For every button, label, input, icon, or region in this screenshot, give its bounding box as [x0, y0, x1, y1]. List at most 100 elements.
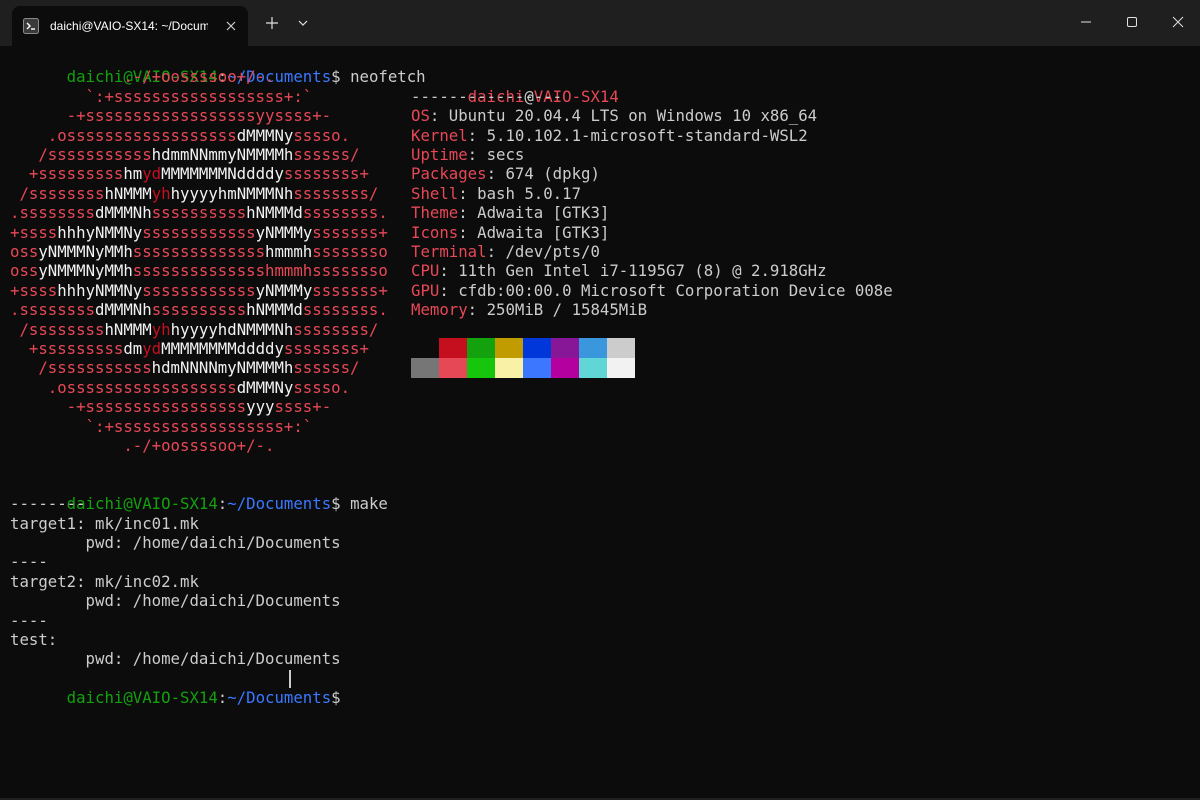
terminal-window: daichi@VAIO-SX14: ~/Documents	[0, 0, 1200, 800]
terminal-tab[interactable]: daichi@VAIO-SX14: ~/Documents	[12, 6, 248, 46]
info-separator: :	[429, 106, 449, 126]
ascii-logo-segment: sssssss+	[312, 222, 417, 242]
info-value: 250MiB / 15845MiB	[486, 300, 648, 320]
chevron-down-icon	[298, 20, 308, 26]
ascii-logo-segment: .ssssssss	[10, 300, 96, 320]
ascii-logo-segment: `:+ssssssssssssssssss+:`	[10, 416, 417, 436]
system-info-line: Icons: Adwaita [GTK3]	[411, 223, 609, 242]
ascii-logo-segment: dm	[123, 339, 143, 358]
ascii-logo-segment: ssssssss.	[302, 300, 417, 320]
prompt-symbol: $	[331, 688, 341, 708]
ascii-logo-segment: sssssssssssssshmmmhssssssso	[132, 261, 417, 281]
ascii-logo-line: +sssshhhyNMMNyssssssssssssyNMMMysssssss+	[10, 281, 416, 300]
color-palette	[411, 338, 635, 378]
ascii-logo-segment: oss	[10, 242, 39, 261]
system-info-line: Uptime: secs	[411, 145, 524, 164]
neofetch-underline: ----------------	[411, 86, 563, 106]
info-value: 674 (dpkg)	[505, 164, 600, 184]
make-output-line: test:	[10, 630, 58, 649]
ascii-logo-segment: hhhyNMMNy	[57, 222, 143, 242]
ascii-logo-segment: /ssssssss	[10, 183, 105, 203]
ascii-logo-segment: /sssssssssss	[10, 358, 152, 378]
ascii-logo-segment: dMMMNy	[236, 125, 294, 145]
info-value: /dev/pts/0	[505, 242, 600, 261]
ascii-logo-segment: ssssssss+	[283, 164, 417, 184]
ascii-logo-segment: yd	[142, 164, 162, 184]
color-swatch	[467, 358, 495, 378]
prompt-user-host: daichi@VAIO-SX14	[66, 688, 218, 708]
info-separator: :	[467, 145, 487, 164]
info-separator: :	[458, 222, 478, 242]
ascii-logo-segment: ssssss/	[293, 358, 417, 378]
ascii-logo-segment: +ssss	[10, 222, 58, 242]
ascii-logo-segment: sssso.	[293, 377, 417, 397]
ascii-logo-segment: yNMMMNyMMh	[38, 261, 133, 281]
maximize-button[interactable]	[1108, 0, 1154, 46]
ascii-logo-segment: hyyyyhmNMMMNh	[170, 183, 294, 203]
color-swatch	[411, 338, 439, 358]
ascii-logo-line: .-/+oossssoo+/-.	[10, 436, 416, 455]
system-info-line: OS: Ubuntu 20.04.4 LTS on Windows 10 x86…	[411, 106, 817, 125]
minimize-icon	[1081, 21, 1091, 23]
info-key: GPU	[411, 280, 440, 300]
ascii-logo-line: +sssshhhyNMMNyssssssssssssyNMMMysssssss+	[10, 223, 416, 242]
ascii-logo-segment: yh	[151, 319, 171, 339]
color-swatch	[579, 358, 607, 378]
info-value: cfdb:00:00.0 Microsoft Corporation Devic…	[458, 280, 893, 300]
ascii-logo-segment: yNMMMy	[255, 222, 313, 242]
command-text: make	[350, 494, 388, 514]
ascii-logo-segment: dMMMNh	[95, 300, 152, 320]
ascii-logo-segment: +sssssssss	[10, 339, 124, 358]
tab-close-icon[interactable]	[223, 18, 239, 34]
info-separator: :	[458, 183, 478, 203]
info-value: Ubuntu 20.04.4 LTS on Windows 10 x86_64	[448, 106, 818, 126]
color-swatch	[551, 358, 579, 378]
make-output-line: ----	[10, 552, 48, 572]
make-output-line: ----	[10, 610, 48, 630]
terminal-content[interactable]: daichi@VAIO-SX14:~/Documents$ neofetch .…	[10, 48, 1190, 792]
system-info-line: Theme: Adwaita [GTK3]	[411, 203, 609, 222]
prompt-line: daichi@VAIO-SX14:~/Documents$	[10, 669, 341, 707]
ascii-logo-segment: .ossssssssssssssssss	[10, 377, 237, 397]
info-key: Theme	[411, 203, 459, 223]
ascii-logo-line: .-/+oossssoo+/-.	[10, 67, 416, 86]
color-swatch	[607, 358, 635, 378]
ascii-logo-segment: .-/+oossssoo+/-.	[10, 67, 417, 87]
make-output-line: pwd: /home/daichi/Documents	[10, 649, 341, 669]
tab-dropdown-button[interactable]	[288, 9, 318, 37]
color-swatch	[495, 338, 523, 358]
ascii-logo-segment: yd	[142, 339, 162, 358]
ascii-logo-line: +ssssssssshmydMMMMMMMNddddyssssssss+	[10, 164, 416, 183]
ascii-logo-line: `:+ssssssssssssssssss+:`	[10, 417, 416, 436]
prompt-separator: :	[217, 688, 228, 708]
ascii-logo-line: .ossssssssssssssssssdMMMNysssso.	[10, 378, 416, 397]
info-separator: :	[467, 125, 487, 145]
info-separator: :	[486, 242, 506, 261]
info-value: secs	[486, 145, 525, 164]
new-tab-button[interactable]	[257, 9, 287, 37]
info-value: bash 5.0.17	[477, 183, 582, 203]
ascii-logo-segment: ssss+-	[274, 397, 417, 417]
ascii-logo-segment: ssssssssss	[151, 203, 247, 223]
prompt-symbol: $	[331, 494, 341, 514]
neofetch-header: daichi@VAIO-SX14	[411, 67, 619, 106]
system-info-line: Kernel: 5.10.102.1-microsoft-standard-WS…	[411, 126, 808, 145]
close-button[interactable]	[1154, 0, 1200, 46]
ascii-logo-line: -+ssssssssssssssssssyyssss+-	[10, 106, 416, 125]
info-key: Terminal	[411, 242, 487, 261]
color-swatch	[411, 358, 439, 378]
ascii-logo-segment: ssssssss.	[302, 203, 417, 223]
prompt-path: ~/Documents	[227, 494, 332, 514]
title-bar: daichi@VAIO-SX14: ~/Documents	[0, 0, 1200, 46]
ascii-logo-segment: hyyyyhdNMMMNh	[170, 319, 294, 339]
make-output-line: --------	[10, 494, 86, 514]
info-key: Uptime	[411, 145, 468, 164]
ascii-logo-segment: hNMMM	[104, 319, 152, 339]
minimize-button[interactable]	[1062, 0, 1108, 46]
ascii-logo-segment: .ssssssss	[10, 203, 96, 223]
ascii-logo-segment: .ossssssssssssssssss	[10, 125, 237, 145]
ascii-logo-segment: yh	[151, 183, 171, 203]
ascii-logo-segment: ssssssss+	[283, 339, 417, 358]
info-key: Icons	[411, 222, 459, 242]
info-key: Memory	[411, 300, 468, 320]
